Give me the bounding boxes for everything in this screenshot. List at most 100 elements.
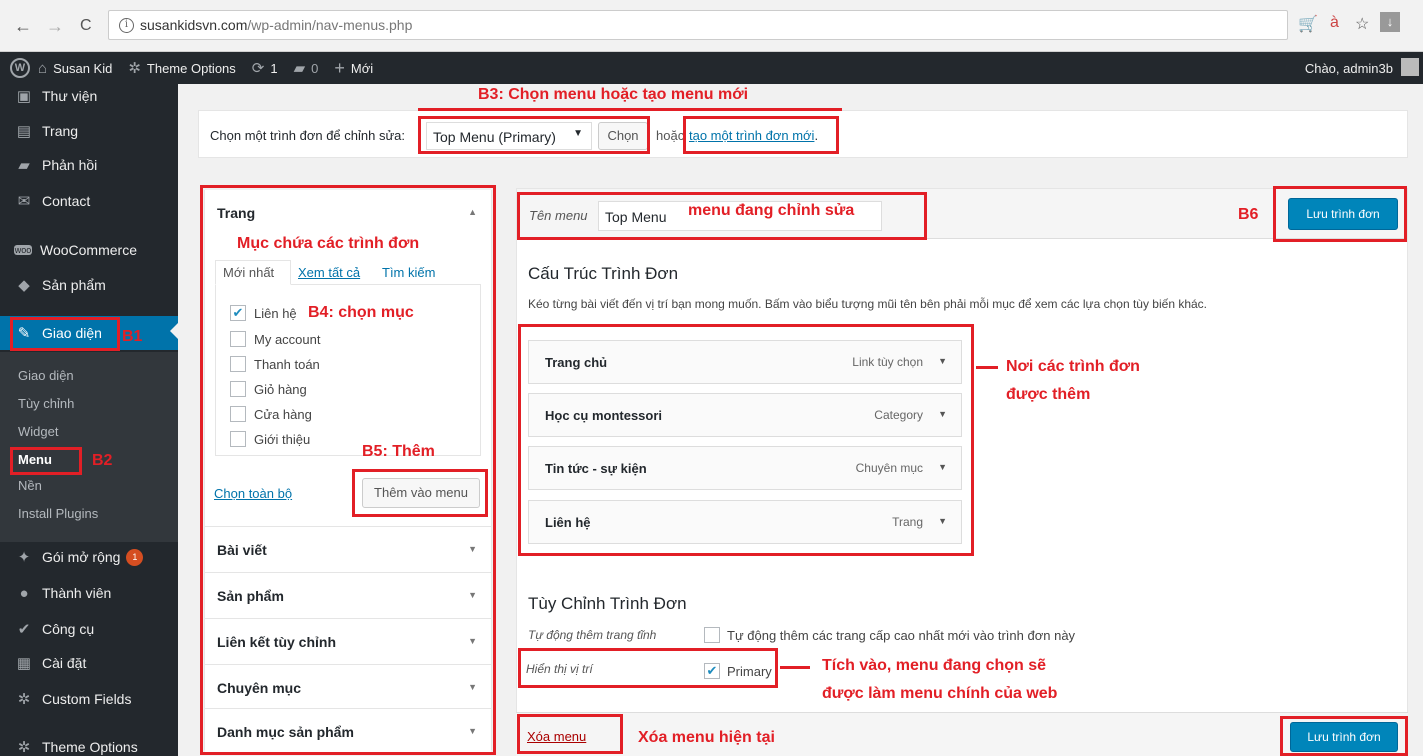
- plugin-icon: ✦: [17, 549, 31, 566]
- sidebar-item-settings[interactable]: ▦ Cài đặt: [0, 648, 178, 678]
- sidebar-item-label: Theme Options: [42, 739, 138, 755]
- new-label: Mới: [350, 60, 374, 76]
- mail-icon: ✉: [17, 193, 31, 210]
- annotation-editing: menu đang chỉnh sửa: [688, 202, 855, 219]
- annotation-delete-box: [517, 714, 623, 754]
- annotation-container: Mục chứa các trình đơn: [237, 235, 420, 252]
- home-icon: ⌂: [38, 59, 48, 77]
- submenu-item-widget[interactable]: Widget: [18, 424, 58, 439]
- gear-icon: ✲: [17, 691, 31, 708]
- cart-extension-icon[interactable]: 🛒: [1298, 14, 1318, 34]
- auto-add-checkbox[interactable]: [704, 627, 720, 643]
- submenu-item-customize[interactable]: Tùy chỉnh: [18, 396, 74, 411]
- updates-count: 1: [270, 60, 278, 76]
- annotation-added-line1: Nơi các trình đơn: [1006, 358, 1140, 375]
- users-icon: ●: [19, 584, 29, 602]
- submenu-item-install-plugins[interactable]: Install Plugins: [18, 506, 98, 521]
- sidebar-item-label: Thư viện: [42, 88, 98, 104]
- sidebar-item-label: Trang: [42, 123, 79, 139]
- woo-icon: woo: [14, 245, 32, 255]
- wrench-icon: ✔: [17, 621, 31, 638]
- sidebar-item-label: Custom Fields: [42, 691, 132, 707]
- annotation-select-box: [418, 116, 650, 154]
- sidebar-item-contact[interactable]: ✉ Contact: [0, 186, 178, 216]
- sidebar-item-media[interactable]: ▣ Thư viện: [0, 84, 178, 108]
- updates-icon: ⟳: [251, 60, 265, 77]
- url-path: /wp-admin/nav-menus.php: [247, 17, 413, 33]
- gear-icon: ✲: [17, 739, 31, 756]
- sidebar-item-tools[interactable]: ✔ Công cụ: [0, 614, 178, 644]
- new-content-link[interactable]: + Mới: [326, 58, 381, 79]
- annotation-b4: B4: chọn mục: [308, 304, 414, 321]
- annotation-create-box: [683, 116, 839, 154]
- wp-admin-bar: W ⌂ Susan Kid ✲ Theme Options ⟳ 1 ▰ 0 + Mới C…: [0, 52, 1423, 84]
- url-host: susankidsvn.com: [140, 17, 248, 33]
- plus-icon: +: [334, 57, 345, 78]
- menu-structure-title: Cấu Trúc Trình Đơn: [528, 264, 679, 283]
- bookmark-star-icon[interactable]: ☆: [1355, 14, 1369, 34]
- settings-icon: ▦: [16, 655, 32, 672]
- sidebar-item-label: Phản hồi: [42, 157, 98, 173]
- download-icon[interactable]: ↓: [1380, 12, 1400, 32]
- annotation-delete: Xóa menu hiện tại: [638, 729, 775, 746]
- menu-structure-description: Kéo từng bài viết đến vị trí bạn mong mu…: [528, 297, 1208, 311]
- select-menu-label: Chọn một trình đơn để chỉnh sửa:: [210, 128, 405, 143]
- annotation-menu-box: [10, 447, 82, 475]
- product-icon: ◆: [18, 277, 30, 294]
- back-icon[interactable]: ←: [14, 16, 32, 36]
- sidebar-item-label: Cài đặt: [42, 655, 87, 671]
- admin-sidebar: ▣ Thư viện ▤ Trang ▰ Phản hồi ✉ Contact woo W…: [0, 84, 178, 756]
- updates-link[interactable]: ⟳ 1: [244, 59, 286, 77]
- annotation-b3-underline: [418, 108, 842, 111]
- comments-count: 0: [311, 60, 319, 76]
- sidebar-item-label: Thành viên: [42, 585, 112, 601]
- sidebar-item-pages[interactable]: ▤ Trang: [0, 116, 178, 146]
- theme-options-link[interactable]: ✲ Theme Options: [120, 59, 243, 77]
- site-name-link[interactable]: ⌂ Susan Kid: [30, 60, 120, 77]
- sidebar-item-label: Contact: [42, 193, 91, 209]
- comment-icon: ▰: [18, 157, 30, 174]
- sidebar-item-custom-fields[interactable]: ✲ Custom Fields: [0, 684, 178, 714]
- annotation-footer-save-box: [1280, 716, 1408, 756]
- info-icon[interactable]: i: [119, 17, 134, 33]
- sidebar-item-plugins[interactable]: ✦ Gói mở rộng 1: [0, 542, 178, 572]
- annotation-structure-box: [518, 324, 974, 556]
- annotation-save-box: [1273, 186, 1407, 242]
- annotation-added-line2: được thêm: [1006, 386, 1091, 403]
- sidebar-item-label: Công cụ: [42, 621, 95, 637]
- sidebar-item-users[interactable]: ● Thành viên: [0, 578, 178, 608]
- translate-extension-icon[interactable]: à: [1330, 14, 1339, 32]
- forward-icon[interactable]: →: [46, 16, 64, 36]
- avatar[interactable]: [1401, 58, 1419, 76]
- or-text: hoặc: [656, 128, 685, 143]
- sidebar-item-label: WooCommerce: [40, 242, 137, 258]
- media-icon: ▣: [16, 88, 32, 105]
- plugins-update-badge: 1: [126, 548, 144, 566]
- annotation-tick-line2: được làm menu chính của web: [822, 685, 1058, 702]
- annotation-appearance-box: [10, 317, 120, 351]
- submenu-item-themes[interactable]: Giao diện: [18, 368, 74, 383]
- auto-add-label: Tự động thêm trang tĩnh: [528, 628, 657, 642]
- comments-link[interactable]: ▰ 0: [286, 59, 327, 77]
- reload-icon[interactable]: C: [80, 16, 92, 36]
- comment-icon: ▰: [293, 60, 306, 77]
- annotation-location-line: [780, 666, 810, 669]
- sidebar-item-label: Gói mở rộng: [42, 549, 121, 565]
- address-bar[interactable]: i susankidsvn.com/wp-admin/nav-menus.php: [108, 10, 1288, 40]
- annotation-structure-line: [976, 366, 998, 369]
- theme-options-label: Theme Options: [146, 60, 236, 76]
- annotation-b2: B2: [92, 452, 113, 469]
- wordpress-logo-icon[interactable]: W: [10, 58, 30, 78]
- sidebar-item-products[interactable]: ◆ Sản phẩm: [0, 270, 178, 300]
- sidebar-item-theme-options[interactable]: ✲ Theme Options: [0, 732, 178, 756]
- page-icon: ▤: [16, 123, 32, 140]
- sidebar-item-woocommerce[interactable]: woo WooCommerce: [0, 235, 178, 265]
- annotation-location-box: [518, 648, 778, 688]
- auto-add-text: Tự động thêm các trang cấp cao nhất mới …: [727, 628, 1076, 643]
- site-name-label: Susan Kid: [53, 60, 113, 76]
- menu-settings-title: Tùy Chỉnh Trình Đơn: [528, 594, 687, 613]
- gear-icon: ✲: [128, 60, 141, 77]
- sidebar-item-comments[interactable]: ▰ Phản hồi: [0, 150, 178, 180]
- submenu-item-background[interactable]: Nền: [18, 478, 42, 493]
- browser-toolbar: ← → C i susankidsvn.com/wp-admin/nav-men…: [0, 0, 1423, 52]
